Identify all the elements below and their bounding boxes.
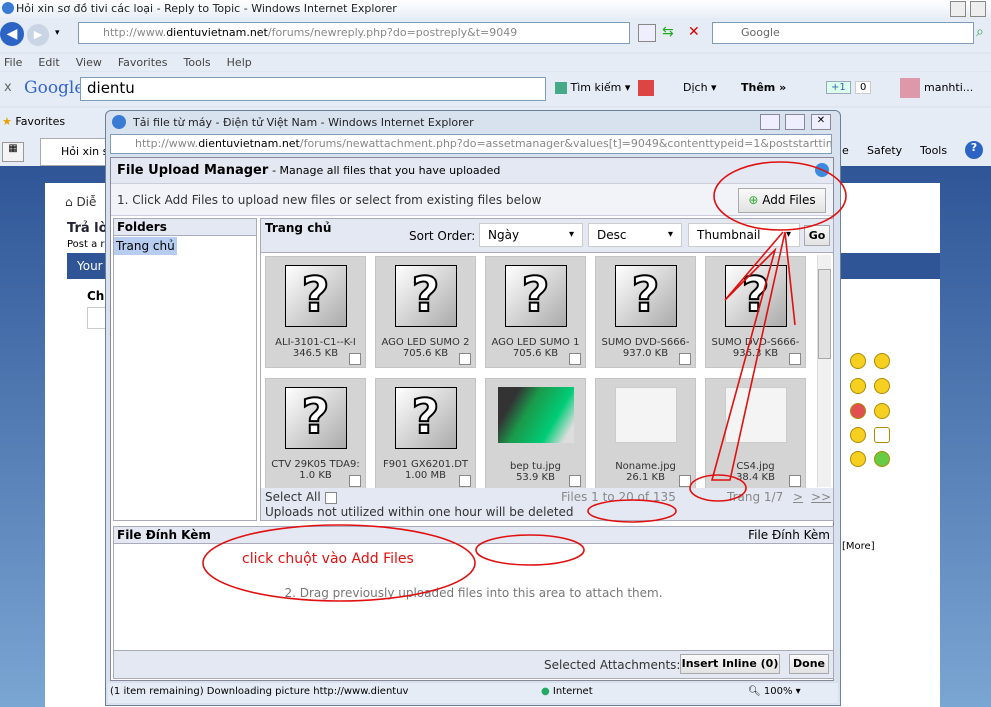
annotation-text: click chuột vào Add Files	[242, 551, 414, 567]
annotation-circle	[587, 499, 677, 523]
annotation-circle	[689, 474, 747, 502]
annotation-overlay	[202, 161, 847, 602]
annotation-circle	[713, 161, 847, 231]
annotation-arrow	[710, 231, 796, 481]
annotation-circle	[475, 534, 585, 566]
